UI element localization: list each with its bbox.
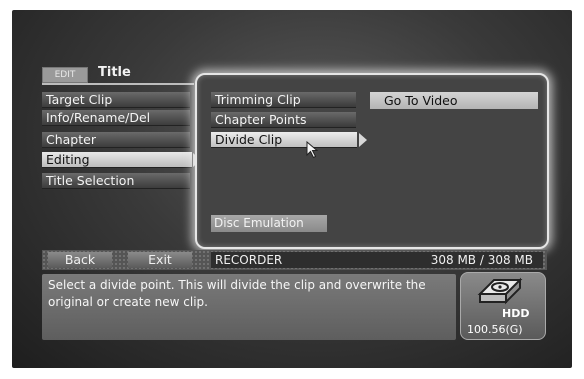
hdd-icon xyxy=(477,277,523,305)
menu-item-info-rename-del[interactable]: Info/Rename/Del xyxy=(42,110,190,126)
submenu-item-label: Trimming Clip xyxy=(215,92,301,107)
menu-item-chapter[interactable]: Chapter xyxy=(42,132,190,148)
page-title: Title xyxy=(98,65,131,80)
menu-item-label: Title Selection xyxy=(46,173,135,188)
menu-item-label: Target Clip xyxy=(46,92,113,107)
exit-button[interactable]: Exit xyxy=(128,252,192,268)
menu-item-label: Editing xyxy=(46,152,90,167)
submenu-item-label: Divide Clip xyxy=(215,132,283,147)
menu-item-target-clip[interactable]: Target Clip xyxy=(42,92,190,108)
dvd-recorder-screen: EDIT Title Target Clip Info/Rename/Del C… xyxy=(12,10,572,368)
menu-item-label: Info/Rename/Del xyxy=(46,110,151,125)
hdd-free-space: 100.56(G) xyxy=(467,323,523,336)
capacity-readout: 308 MB / 308 MB xyxy=(430,253,533,267)
submenu-item-chapter-points[interactable]: Chapter Points xyxy=(211,112,356,128)
submenu-item-divide-clip[interactable]: Divide Clip xyxy=(211,132,357,148)
menu-item-title-selection[interactable]: Title Selection xyxy=(42,173,190,189)
status-bar: RECORDER 308 MB / 308 MB xyxy=(211,252,543,268)
submenu-item-trimming-clip[interactable]: Trimming Clip xyxy=(211,92,356,108)
triangle-right-icon xyxy=(359,133,367,147)
menu-item-editing[interactable]: Editing xyxy=(42,152,192,168)
hdd-label: HDD xyxy=(502,307,530,320)
title-underline xyxy=(42,83,194,85)
disc-emulation-indicator: Disc Emulation xyxy=(211,215,327,232)
submenu-item-label: Chapter Points xyxy=(215,112,307,127)
help-text: Select a divide point. This will divide … xyxy=(42,274,456,340)
go-to-video-button[interactable]: Go To Video xyxy=(370,92,538,109)
mode-tab: EDIT xyxy=(42,67,88,83)
menu-item-label: Chapter xyxy=(46,132,96,147)
cursor-arrow-icon xyxy=(306,141,319,159)
source-label: RECORDER xyxy=(215,253,283,267)
back-button[interactable]: Back xyxy=(48,252,112,268)
